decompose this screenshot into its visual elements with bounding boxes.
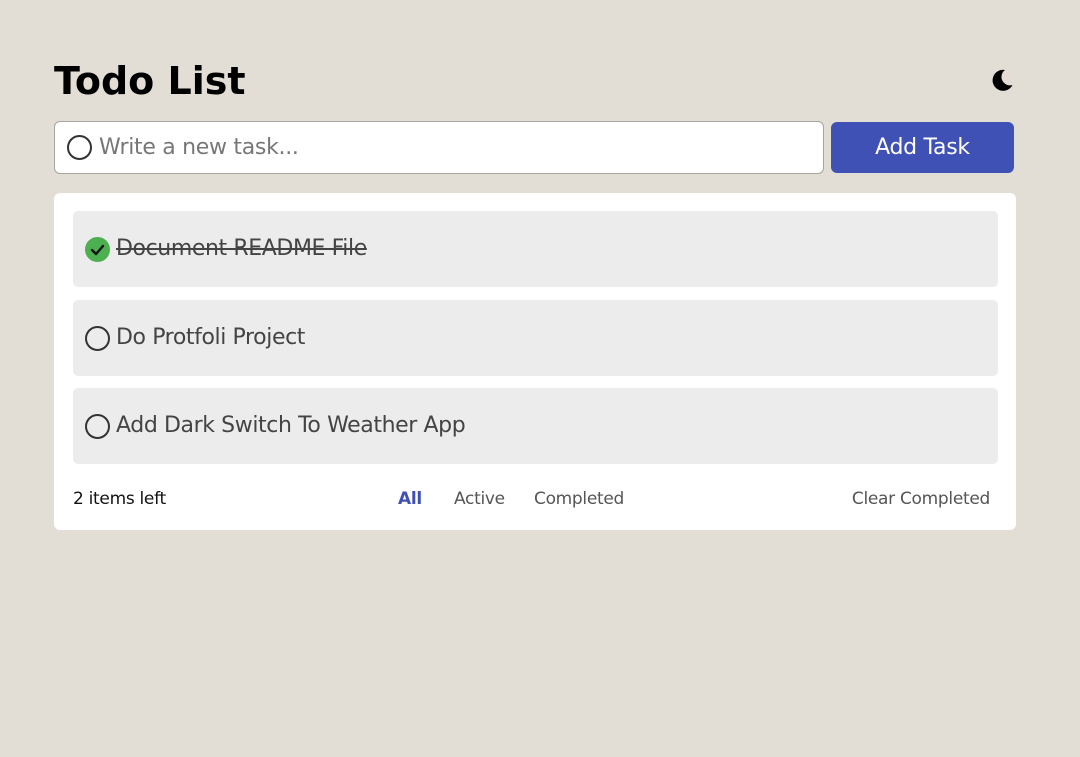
task-item[interactable]: Do Protfoli Project xyxy=(73,300,998,376)
clear-completed-button[interactable]: Clear Completed xyxy=(852,489,990,509)
add-task-button[interactable]: Add Task xyxy=(831,122,1014,173)
circle-icon xyxy=(67,135,92,160)
items-left-count: 2 items left xyxy=(73,489,166,509)
filter-completed[interactable]: Completed xyxy=(534,489,624,509)
new-task-input[interactable] xyxy=(99,130,799,164)
circle-icon[interactable] xyxy=(85,326,110,351)
task-item[interactable]: Add Dark Switch To Weather App xyxy=(73,388,998,464)
task-footer: 2 items left All Active Completed Clear … xyxy=(73,489,998,513)
task-input-container xyxy=(54,121,824,174)
filter-all[interactable]: All xyxy=(398,489,422,509)
task-list: Document README File Do Protfoli Project… xyxy=(73,211,998,477)
moon-icon[interactable] xyxy=(988,66,1016,94)
header: Todo List xyxy=(54,56,1016,106)
task-label: Do Protfoli Project xyxy=(116,325,306,350)
task-label: Document README File xyxy=(116,236,367,261)
task-card: Document README File Do Protfoli Project… xyxy=(54,193,1016,530)
task-item[interactable]: Document README File xyxy=(73,211,998,287)
check-icon[interactable] xyxy=(85,237,110,262)
add-task-row: Add Task xyxy=(54,121,1016,174)
circle-icon[interactable] xyxy=(85,414,110,439)
page-title: Todo List xyxy=(54,59,246,103)
filter-active[interactable]: Active xyxy=(454,489,505,509)
task-label: Add Dark Switch To Weather App xyxy=(116,413,466,438)
